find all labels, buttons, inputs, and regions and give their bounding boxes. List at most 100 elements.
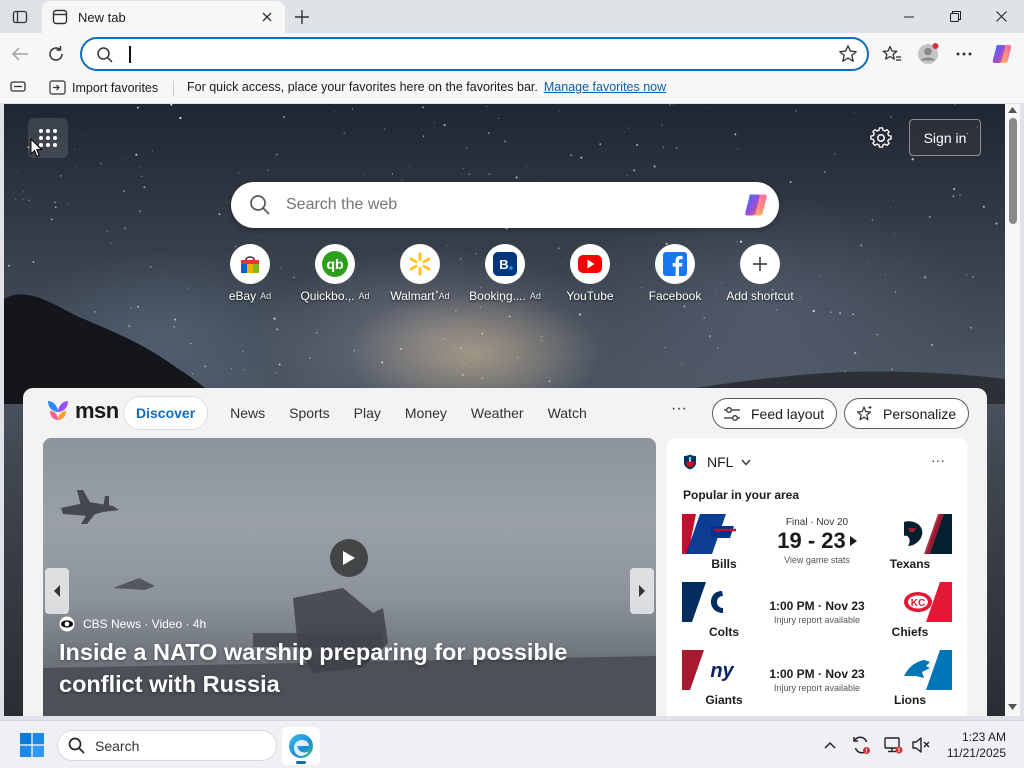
nfl-subtitle: Popular in your area — [683, 488, 800, 502]
mouse-cursor-icon — [30, 138, 43, 158]
add-shortcut-button[interactable]: Add shortcut — [718, 244, 802, 303]
tab-money[interactable]: Money — [405, 405, 447, 421]
cbs-eye-icon — [59, 616, 75, 632]
shortcut-youtube[interactable]: YouTube — [548, 244, 632, 303]
shortcut-ebay[interactable]: eBay Ad — [208, 244, 292, 303]
nfl-league-selector[interactable]: NFL — [683, 454, 751, 470]
sidebar-toggle-icon[interactable] — [10, 80, 26, 94]
hero-news-card[interactable]: CBS News · Video · 4h Inside a NATO wars… — [43, 438, 656, 716]
tab-title: New tab — [78, 9, 126, 25]
shortcut-facebook[interactable]: Facebook — [633, 244, 717, 303]
walmart-spark-icon — [400, 244, 440, 284]
favorites-button[interactable] — [877, 39, 907, 69]
chiefs-logo-icon: KC — [894, 582, 952, 622]
svg-text:ny: ny — [710, 660, 734, 682]
game-note: View game stats — [784, 555, 850, 565]
page-settings-button[interactable] — [866, 123, 896, 153]
ad-badge: Ad — [358, 291, 370, 301]
copilot-button[interactable] — [987, 39, 1017, 69]
booking-icon: B — [485, 244, 525, 284]
hero-headline[interactable]: Inside a NATO warship preparing for poss… — [59, 636, 649, 700]
restore-button[interactable] — [932, 0, 978, 33]
play-video-button[interactable] — [330, 539, 368, 577]
sync-alert-icon — [853, 736, 870, 754]
msn-feed: msn Discover News Sports Play Money Weat… — [23, 388, 987, 716]
svg-text:B: B — [499, 257, 508, 272]
scroll-up-icon[interactable] — [1008, 107, 1017, 113]
text-caret — [129, 46, 131, 63]
network-button[interactable] — [882, 735, 904, 755]
hero-prev-button[interactable] — [45, 568, 69, 614]
network-alert-icon — [884, 737, 903, 754]
taskbar-search[interactable]: Search — [57, 730, 277, 761]
windows-logo-icon — [20, 733, 44, 757]
tab-discover[interactable]: Discover — [123, 396, 209, 430]
address-bar[interactable] — [80, 37, 869, 71]
ebay-bag-icon — [230, 244, 270, 284]
personalize-button[interactable]: Personalize — [844, 398, 970, 429]
favorites-divider — [173, 81, 174, 97]
tab-play[interactable]: Play — [354, 405, 381, 421]
close-window-button[interactable] — [978, 0, 1024, 33]
msn-butterfly-icon — [48, 401, 68, 420]
close-tab-icon[interactable] — [257, 7, 277, 27]
facebook-icon — [655, 244, 695, 284]
show-hidden-icons-button[interactable] — [819, 735, 841, 755]
volume-button[interactable] — [910, 735, 932, 755]
settings-menu-button[interactable] — [949, 39, 979, 69]
svg-text:KC: KC — [911, 598, 925, 609]
tab-new-tab[interactable]: New tab — [42, 1, 285, 33]
refresh-button[interactable] — [41, 39, 71, 69]
import-favorites-button[interactable]: Import favorites — [49, 80, 158, 95]
web-search-box[interactable]: Search the web — [231, 182, 779, 228]
tab-news[interactable]: News — [230, 405, 265, 421]
taskbar-edge-button[interactable] — [282, 727, 320, 765]
new-tab-button[interactable] — [289, 4, 315, 30]
game-status: Final · Nov 20 — [785, 517, 849, 528]
nfl-scores-card: NFL ··· Popular in your area Bills Final… — [667, 438, 967, 716]
tab-watch[interactable]: Watch — [548, 405, 587, 421]
navigation-bar — [0, 33, 1024, 75]
shortcut-booking[interactable]: B Booking.... Ad — [463, 244, 547, 303]
profile-button[interactable] — [913, 39, 943, 69]
scrollbar-thumb[interactable] — [1009, 118, 1017, 224]
manage-favorites-link[interactable]: Manage favorites now — [544, 80, 666, 94]
nfl-more-button[interactable]: ··· — [931, 452, 945, 468]
game-row[interactable]: Bills Final · Nov 20 19 - 23 View game s… — [682, 514, 952, 574]
shortcut-label: eBay — [228, 289, 257, 303]
shortcut-walmart[interactable]: Walmart Ad — [378, 244, 462, 303]
sign-in-button[interactable]: Sign in — [909, 119, 981, 156]
back-arrow-icon — [11, 47, 28, 61]
tab-weather[interactable]: Weather — [471, 405, 524, 421]
copilot-search-icon[interactable] — [741, 191, 771, 224]
scroll-down-icon[interactable] — [1008, 704, 1017, 710]
team-name: Chiefs — [891, 625, 929, 639]
shortcut-quickbooks[interactable]: qb Quickbo... Ad — [293, 244, 377, 303]
game-row[interactable]: Colts 1:00 PM · Nov 23 Injury report ava… — [682, 582, 952, 642]
chevron-left-icon — [54, 585, 60, 597]
chevron-down-icon — [741, 459, 751, 466]
taskbar-search-label: Search — [95, 737, 140, 754]
game-info: 1:00 PM · Nov 23 Injury report available — [752, 585, 882, 625]
sync-status-button[interactable] — [850, 735, 872, 755]
restore-icon — [949, 11, 961, 22]
game-row[interactable]: ny Giants 1:00 PM · Nov 23 Injury report… — [682, 650, 952, 710]
tab-sports[interactable]: Sports — [289, 405, 329, 421]
address-input[interactable] — [126, 44, 806, 64]
favorite-star-icon[interactable] — [838, 44, 858, 69]
hero-next-button[interactable] — [630, 568, 654, 614]
game-note: Injury report available — [773, 615, 861, 625]
back-button[interactable] — [5, 39, 35, 69]
page-scrollbar[interactable] — [1005, 104, 1020, 716]
msn-logo[interactable]: msn — [45, 398, 119, 424]
team-name: Colts — [709, 625, 739, 639]
game-time: 1:00 PM · Nov 23 — [769, 599, 865, 613]
system-clock[interactable]: 1:23 AM 11/21/2025 — [940, 729, 1006, 761]
tab-actions-button[interactable] — [6, 5, 34, 29]
feed-more-button[interactable]: ··· — [671, 400, 687, 418]
ad-badge: Ad — [529, 291, 541, 301]
feed-layout-button[interactable]: Feed layout — [712, 398, 838, 429]
favorites-hint: For quick access, place your favorites h… — [187, 80, 666, 94]
start-button[interactable] — [20, 733, 44, 762]
minimize-button[interactable] — [886, 0, 932, 33]
